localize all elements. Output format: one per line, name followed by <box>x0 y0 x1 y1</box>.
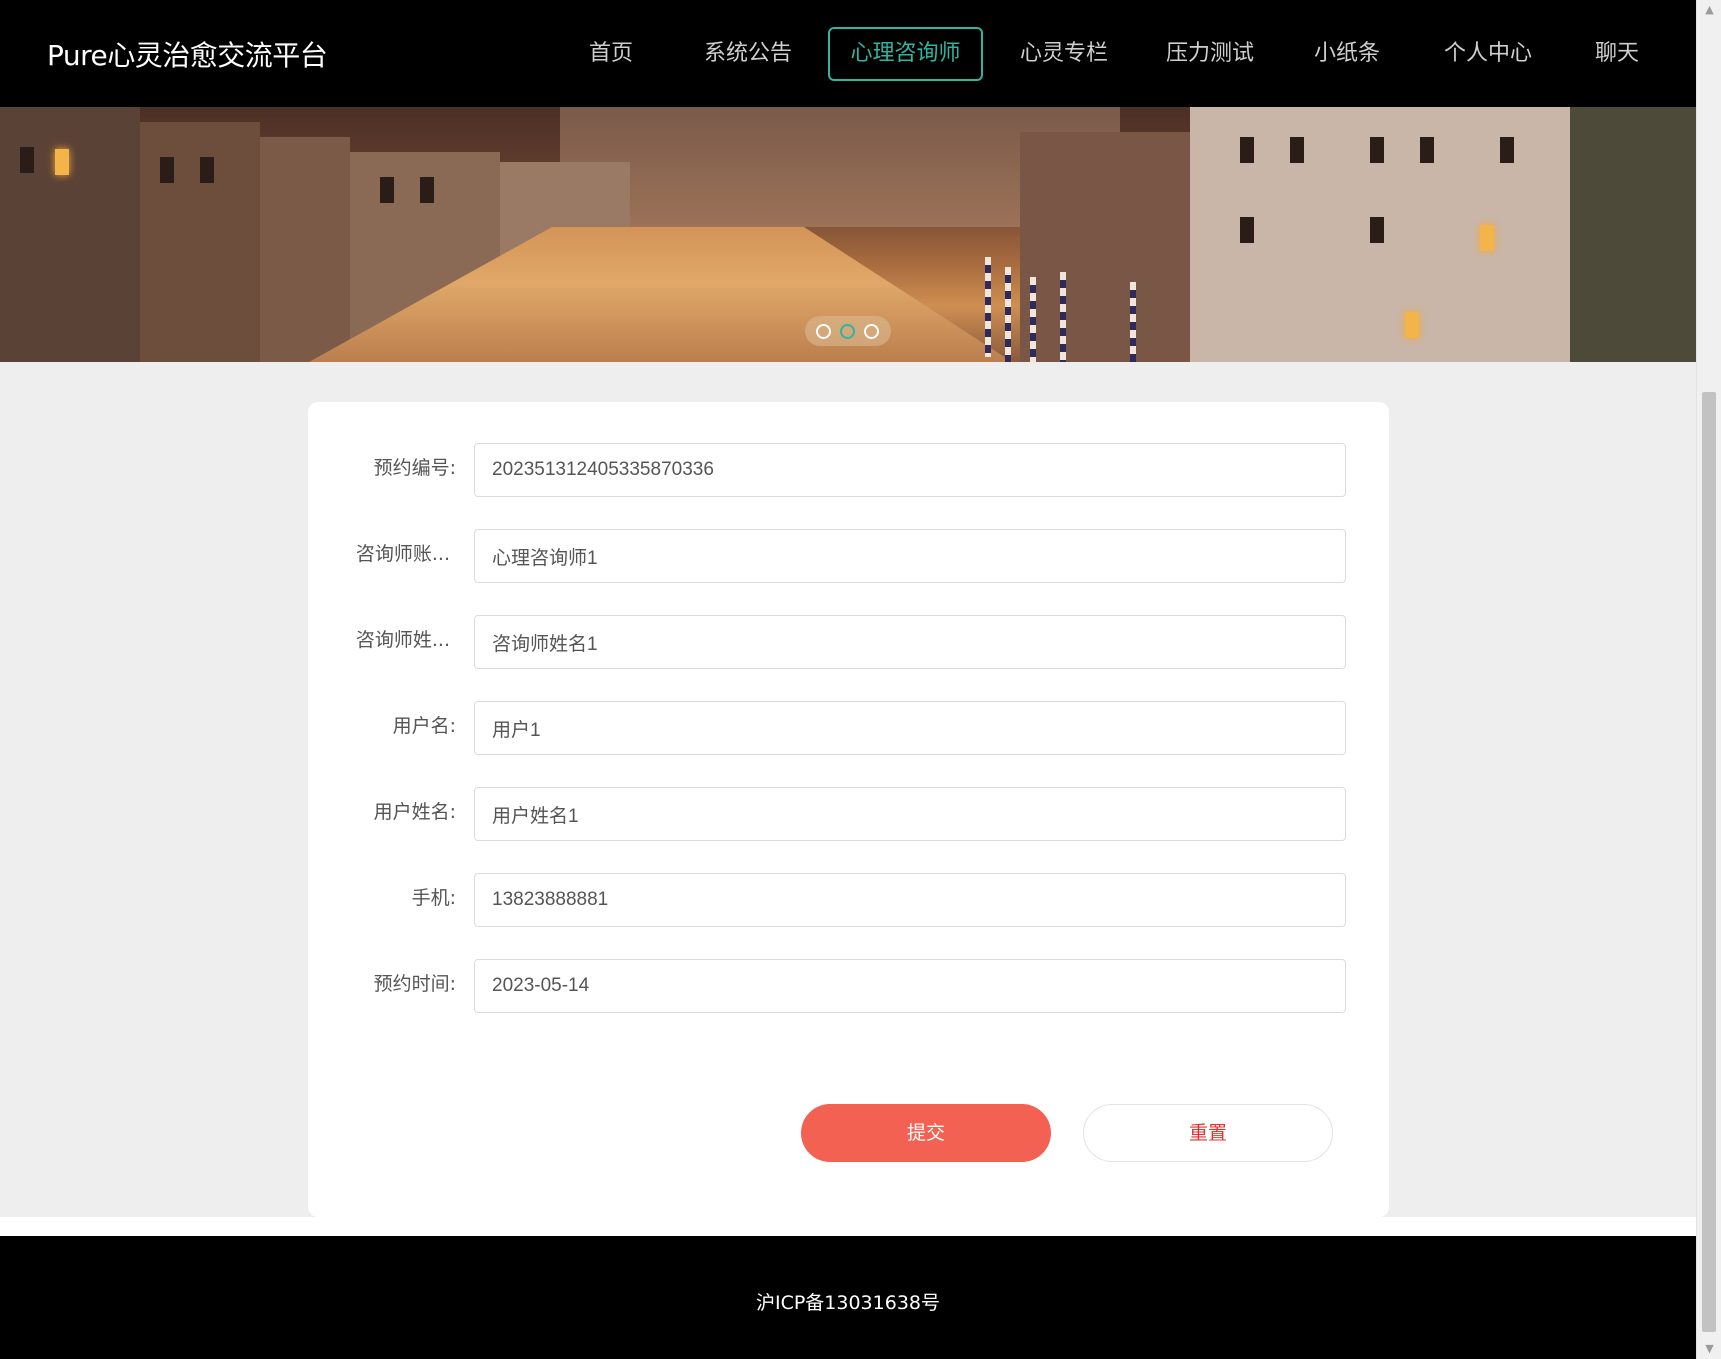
banner-window <box>1420 137 1434 163</box>
banner-mooring-post <box>985 257 991 357</box>
carousel-dot-3[interactable] <box>864 324 879 339</box>
carousel-dot-1[interactable] <box>816 324 831 339</box>
banner-window <box>1290 137 1304 163</box>
nav-item-profile[interactable]: 个人中心 <box>1430 27 1546 81</box>
banner-window <box>1240 217 1254 243</box>
banner-window <box>1480 225 1494 251</box>
banner-window <box>200 157 214 183</box>
banner-window <box>1405 312 1419 338</box>
banner-window <box>20 147 34 173</box>
banner-window <box>1240 137 1254 163</box>
icp-record-text: 沪ICP备13031638号 <box>755 1292 941 1314</box>
banner-window <box>1500 137 1514 163</box>
username-label: 用户名: <box>392 715 456 737</box>
banner-window <box>1370 137 1384 163</box>
banner-building <box>0 107 140 362</box>
banner-window <box>55 149 69 175</box>
scroll-down-arrow-icon[interactable]: ▼ <box>1697 1339 1721 1359</box>
scrollbar-thumb[interactable] <box>1702 392 1716 1332</box>
page-scrollbar[interactable]: ▲ ▼ <box>1696 0 1721 1359</box>
nav-item-announcements[interactable]: 系统公告 <box>690 27 806 81</box>
banner-carousel <box>0 107 1696 362</box>
banner-window <box>380 177 394 203</box>
counselor-account-field[interactable] <box>474 529 1346 583</box>
banner-mooring-post <box>1130 282 1136 362</box>
counselor-name-label: 咨询师姓... <box>355 629 450 651</box>
appointment-number-label: 预约编号: <box>373 457 456 479</box>
banner-trees <box>1570 107 1696 362</box>
nav-item-column[interactable]: 心灵专栏 <box>1006 27 1122 81</box>
main-content: 预约编号: 咨询师账... 咨询师姓... 用户名: 用户姓名: 手机: 预约时… <box>0 362 1696 1217</box>
banner-window <box>160 157 174 183</box>
top-navbar: Pure心灵治愈交流平台 首页 系统公告 心理咨询师 心灵专栏 压力测试 小纸条… <box>0 0 1696 107</box>
appointment-number-field[interactable] <box>474 443 1346 497</box>
appointment-date-field[interactable] <box>474 959 1346 1013</box>
counselor-account-label: 咨询师账... <box>355 543 450 565</box>
nav-item-counselors[interactable]: 心理咨询师 <box>828 27 983 81</box>
nav-item-notes[interactable]: 小纸条 <box>1299 27 1395 81</box>
appointment-date-label: 预约时间: <box>373 973 456 995</box>
main-nav: 首页 系统公告 心理咨询师 心灵专栏 压力测试 小纸条 个人中心 聊天 <box>0 27 1696 81</box>
phone-field[interactable] <box>474 873 1346 927</box>
carousel-indicators <box>805 316 891 346</box>
nav-item-stress-test[interactable]: 压力测试 <box>1152 27 1268 81</box>
phone-label: 手机: <box>411 887 456 909</box>
user-fullname-label: 用户姓名: <box>373 801 456 823</box>
nav-item-home[interactable]: 首页 <box>567 27 655 81</box>
banner-mooring-post <box>1005 267 1011 362</box>
counselor-name-field[interactable] <box>474 615 1346 669</box>
appointment-form-card: 预约编号: 咨询师账... 咨询师姓... 用户名: 用户姓名: 手机: 预约时… <box>308 402 1389 1217</box>
carousel-dot-2[interactable] <box>840 324 855 339</box>
scroll-up-arrow-icon[interactable]: ▲ <box>1697 0 1721 20</box>
user-fullname-field[interactable] <box>474 787 1346 841</box>
nav-item-chat[interactable]: 聊天 <box>1579 27 1655 81</box>
username-field[interactable] <box>474 701 1346 755</box>
site-footer: 沪ICP备13031638号 <box>0 1236 1696 1359</box>
reset-button[interactable]: 重置 <box>1083 1104 1333 1162</box>
banner-mooring-post <box>1060 272 1066 362</box>
banner-building <box>260 137 350 362</box>
page-viewport: Pure心灵治愈交流平台 首页 系统公告 心理咨询师 心灵专栏 压力测试 小纸条… <box>0 0 1696 1359</box>
banner-window <box>420 177 434 203</box>
banner-building <box>1020 132 1190 362</box>
submit-button[interactable]: 提交 <box>801 1104 1051 1162</box>
banner-mooring-post <box>1030 277 1036 362</box>
banner-window <box>1370 217 1384 243</box>
